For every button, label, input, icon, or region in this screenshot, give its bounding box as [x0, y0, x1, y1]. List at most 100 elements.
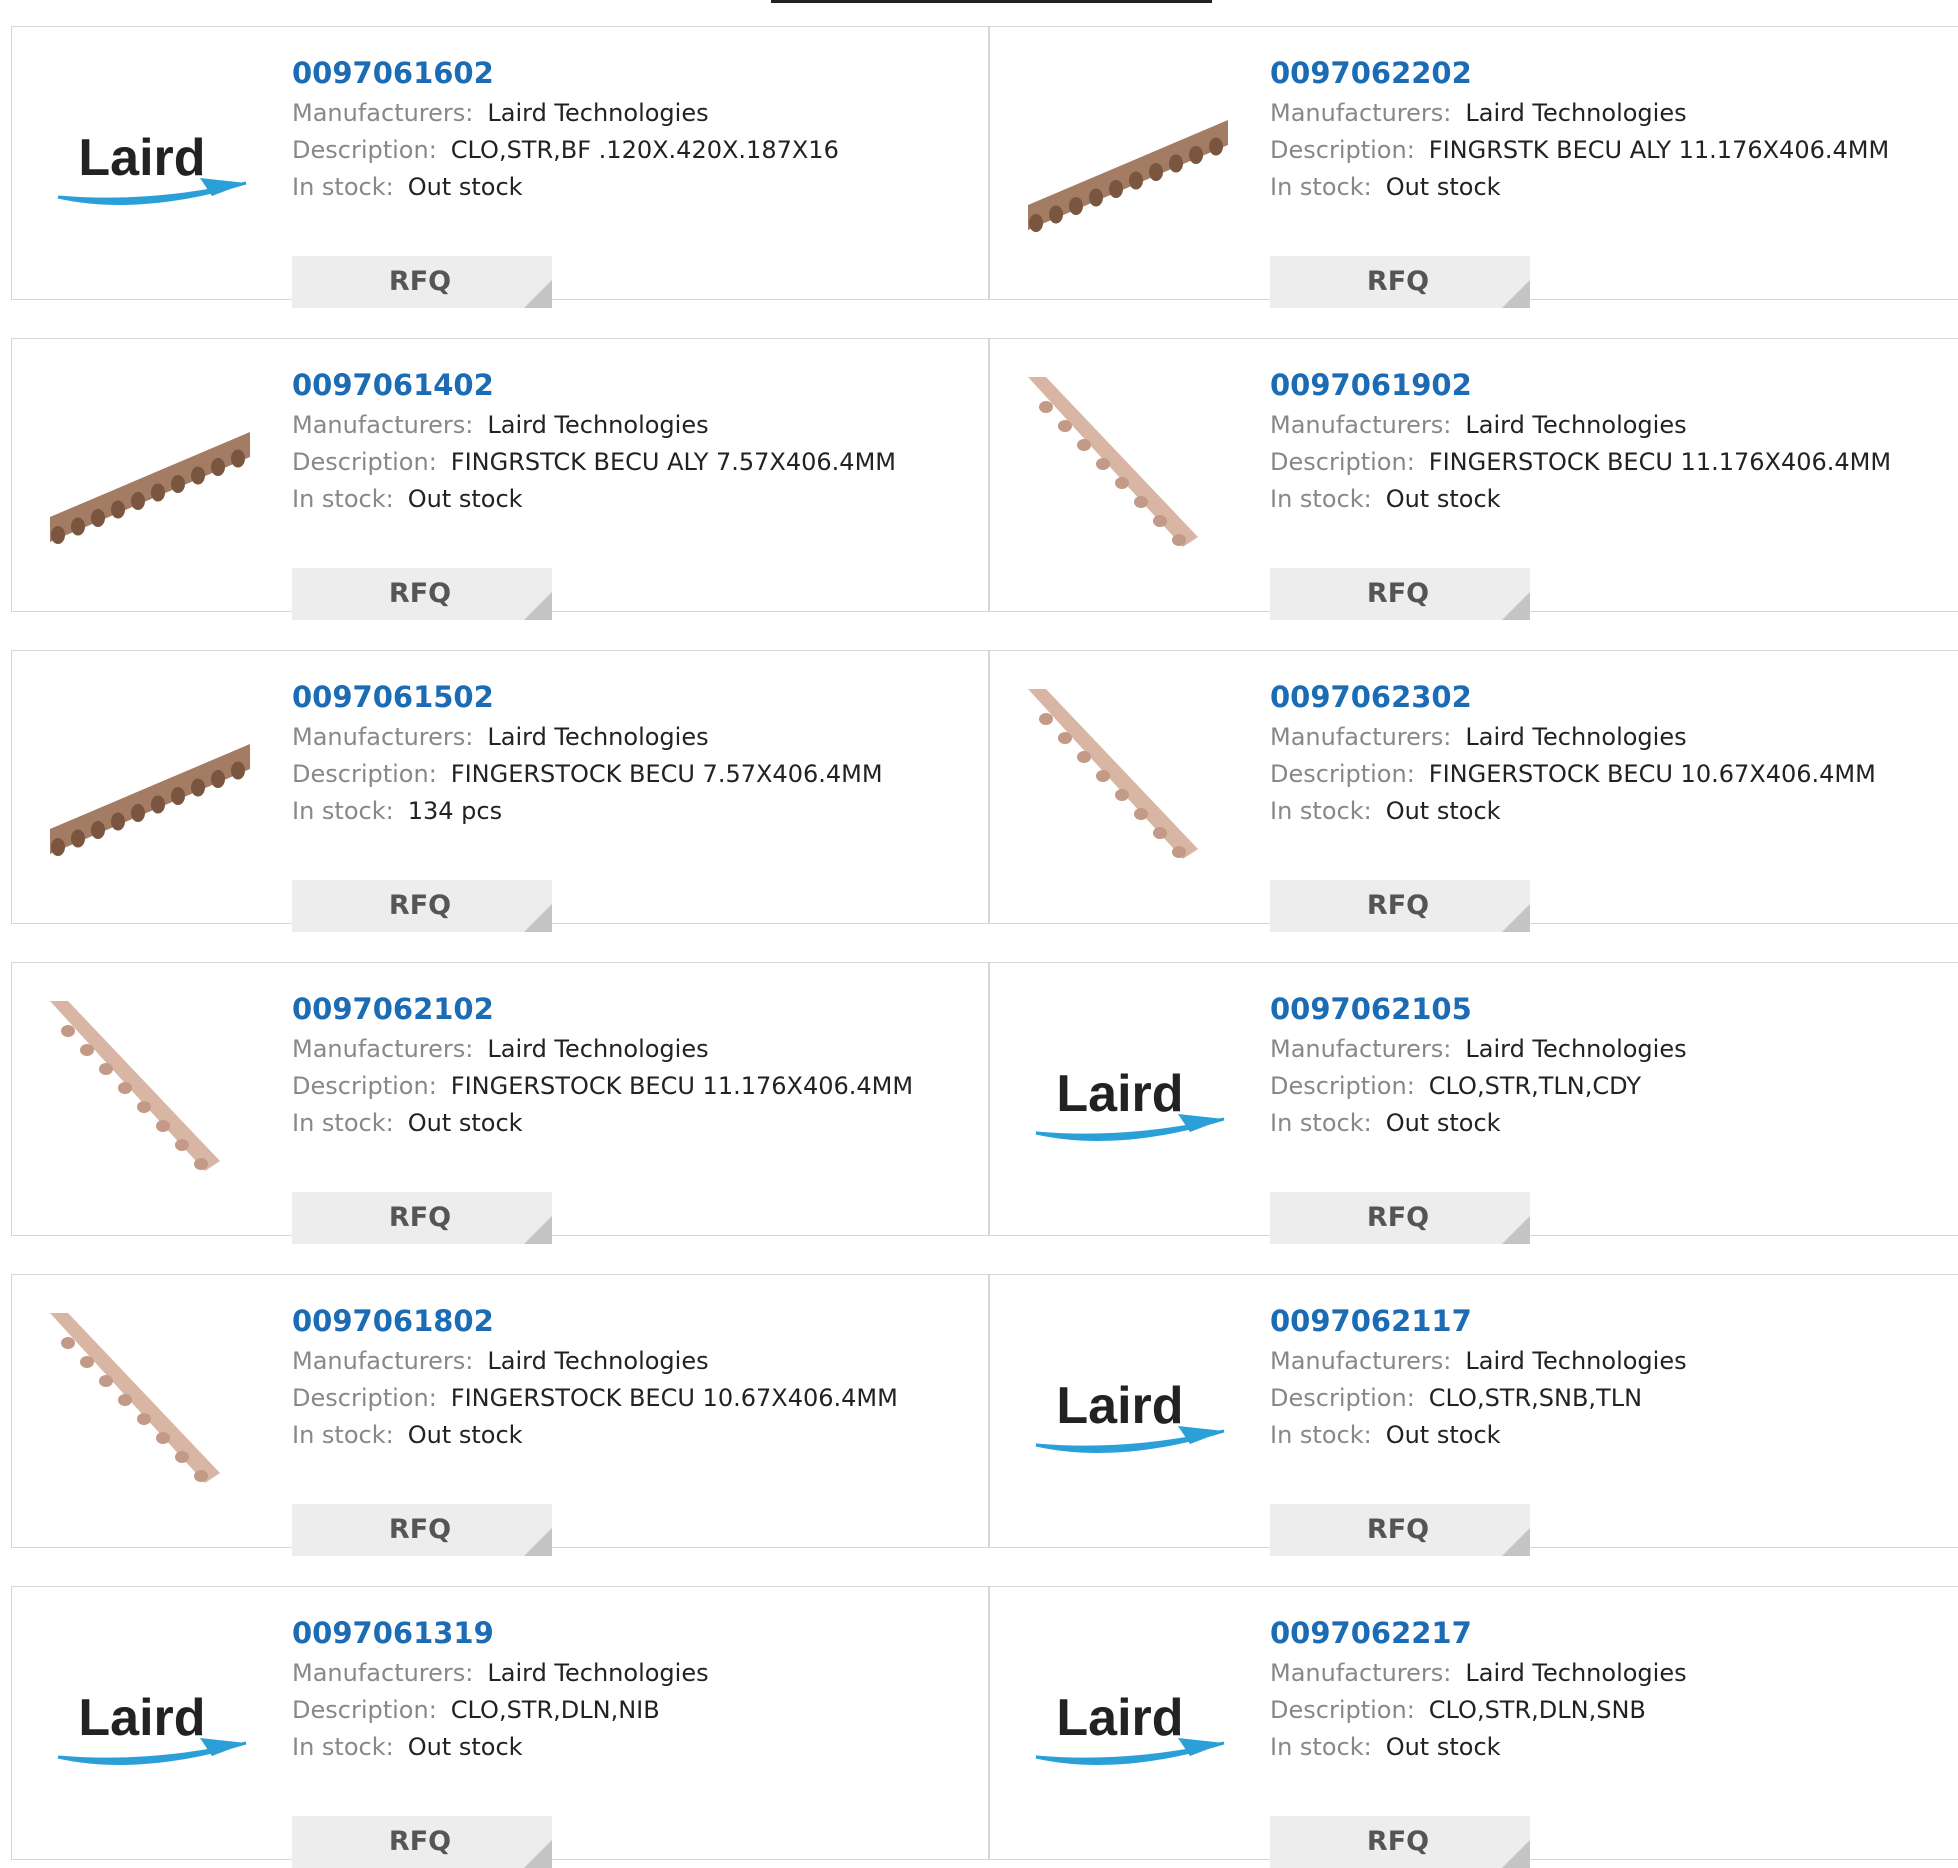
rfq-button[interactable]: RFQ — [292, 1504, 552, 1556]
manufacturer-row: Manufacturers: Laird Technologies — [292, 1031, 982, 1068]
product-image[interactable]: Laird — [1028, 1001, 1228, 1201]
corner-triangle-icon — [1502, 280, 1530, 308]
product-info: 0097061319 Manufacturers: Laird Technolog… — [292, 1615, 982, 1868]
stock-value: Out stock — [1385, 1421, 1501, 1449]
stock-row: In stock: Out stock — [1270, 793, 1958, 830]
part-number-link[interactable]: 0097062117 — [1270, 1303, 1958, 1343]
manufacturer-row: Manufacturers: Laird Technologies — [1270, 1031, 1958, 1068]
svg-text:Laird: Laird — [1056, 1377, 1183, 1435]
stock-row: In stock: 134 pcs — [292, 793, 982, 830]
svg-text:Laird: Laird — [78, 1689, 205, 1747]
product-card: Laird 0097062117 Manufacturers: Laird Tec… — [989, 1274, 1958, 1556]
description-label: Description: — [1270, 1072, 1415, 1100]
description-value: CLO,STR,BF .120X.420X.187X16 — [450, 136, 839, 164]
fingerstock-light-icon — [1028, 689, 1198, 859]
manufacturer-label: Manufacturers: — [292, 1659, 474, 1687]
stock-label: In stock: — [292, 173, 394, 201]
stock-label: In stock: — [1270, 1733, 1372, 1761]
part-number-link[interactable]: 0097061402 — [292, 367, 982, 407]
corner-triangle-icon — [1502, 1528, 1530, 1556]
product-image[interactable]: Laird — [50, 65, 250, 265]
manufacturer-label: Manufacturers: — [292, 723, 474, 751]
part-number-link[interactable]: 0097061902 — [1270, 367, 1958, 407]
svg-text:Laird: Laird — [1056, 1689, 1183, 1747]
product-image[interactable]: Laird — [1028, 1625, 1228, 1825]
description-row: Description: CLO,STR,BF .120X.420X.187X16 — [292, 132, 982, 169]
description-label: Description: — [292, 760, 437, 788]
manufacturer-value: Laird Technologies — [487, 1035, 709, 1063]
description-row: Description: CLO,STR,DLN,SNB — [1270, 1692, 1958, 1729]
rfq-label: RFQ — [388, 890, 452, 921]
product-info: 0097061802 Manufacturers: Laird Technolog… — [292, 1303, 982, 1556]
part-number-link[interactable]: 0097062105 — [1270, 991, 1958, 1031]
stock-value: Out stock — [1385, 173, 1501, 201]
rfq-button[interactable]: RFQ — [1270, 256, 1530, 308]
stock-value: Out stock — [1385, 1109, 1501, 1137]
rfq-button[interactable]: RFQ — [292, 256, 552, 308]
rfq-button[interactable]: RFQ — [292, 880, 552, 932]
product-card: 0097061402 Manufacturers: Laird Technolog… — [11, 338, 989, 620]
description-row: Description: FINGRSTK BECU ALY 11.176X406… — [1270, 132, 1958, 169]
product-image[interactable] — [50, 1313, 250, 1513]
part-number-link[interactable]: 0097061319 — [292, 1615, 982, 1655]
description-value: FINGERSTOCK BECU 7.57X406.4MM — [450, 760, 883, 788]
part-number-link[interactable]: 0097061602 — [292, 55, 982, 95]
product-card: 0097061902 Manufacturers: Laird Technolog… — [989, 338, 1958, 620]
part-number-link[interactable]: 0097061502 — [292, 679, 982, 719]
description-label: Description: — [1270, 1696, 1415, 1724]
manufacturer-row: Manufacturers: Laird Technologies — [292, 407, 982, 444]
product-image[interactable] — [50, 1001, 250, 1201]
svg-text:Laird: Laird — [1056, 1065, 1183, 1123]
part-number-link[interactable]: 0097061802 — [292, 1303, 982, 1343]
rfq-button[interactable]: RFQ — [1270, 568, 1530, 620]
rfq-button[interactable]: RFQ — [1270, 1816, 1530, 1868]
corner-triangle-icon — [524, 904, 552, 932]
description-label: Description: — [292, 1072, 437, 1100]
product-image[interactable] — [1028, 65, 1228, 265]
rfq-button[interactable]: RFQ — [1270, 880, 1530, 932]
part-number-link[interactable]: 0097062217 — [1270, 1615, 1958, 1655]
product-image[interactable]: Laird — [50, 1625, 250, 1825]
description-row: Description: FINGERSTOCK BECU 10.67X406.4… — [1270, 756, 1958, 793]
rfq-button[interactable]: RFQ — [292, 1192, 552, 1244]
stock-label: In stock: — [1270, 1421, 1372, 1449]
stock-label: In stock: — [1270, 1109, 1372, 1137]
manufacturer-value: Laird Technologies — [487, 411, 709, 439]
laird-logo-icon: Laird — [1035, 1689, 1225, 1765]
corner-triangle-icon — [524, 1216, 552, 1244]
corner-triangle-icon — [1502, 592, 1530, 620]
rfq-label: RFQ — [388, 1826, 452, 1857]
stock-row: In stock: Out stock — [292, 1729, 982, 1766]
stock-label: In stock: — [1270, 485, 1372, 513]
product-image[interactable] — [50, 377, 250, 577]
rfq-label: RFQ — [1366, 266, 1430, 297]
part-number-link[interactable]: 0097062102 — [292, 991, 982, 1031]
product-image[interactable] — [1028, 377, 1228, 577]
part-number-link[interactable]: 0097062302 — [1270, 679, 1958, 719]
product-info: 0097062202 Manufacturers: Laird Technolog… — [1270, 55, 1958, 308]
product-image[interactable] — [1028, 689, 1228, 889]
product-image[interactable]: Laird — [1028, 1313, 1228, 1513]
rfq-button[interactable]: RFQ — [292, 1816, 552, 1868]
part-number-link[interactable]: 0097062202 — [1270, 55, 1958, 95]
stock-label: In stock: — [292, 485, 394, 513]
description-label: Description: — [1270, 136, 1415, 164]
manufacturer-value: Laird Technologies — [487, 99, 709, 127]
manufacturer-row: Manufacturers: Laird Technologies — [1270, 95, 1958, 132]
product-image[interactable] — [50, 689, 250, 889]
description-label: Description: — [292, 448, 437, 476]
manufacturer-row: Manufacturers: Laird Technologies — [292, 95, 982, 132]
manufacturer-value: Laird Technologies — [487, 1347, 709, 1375]
rfq-button[interactable]: RFQ — [1270, 1504, 1530, 1556]
product-info: 0097062217 Manufacturers: Laird Technolog… — [1270, 1615, 1958, 1868]
rfq-button[interactable]: RFQ — [292, 568, 552, 620]
description-row: Description: FINGERSTOCK BECU 10.67X406.4… — [292, 1380, 982, 1417]
manufacturer-label: Manufacturers: — [1270, 411, 1452, 439]
manufacturer-value: Laird Technologies — [1465, 411, 1687, 439]
stock-row: In stock: Out stock — [1270, 481, 1958, 518]
rfq-button[interactable]: RFQ — [1270, 1192, 1530, 1244]
description-label: Description: — [292, 136, 437, 164]
product-card: Laird 0097062217 Manufacturers: Laird Tec… — [989, 1586, 1958, 1868]
fingerstock-light-icon — [1028, 377, 1198, 547]
corner-triangle-icon — [1502, 1840, 1530, 1868]
